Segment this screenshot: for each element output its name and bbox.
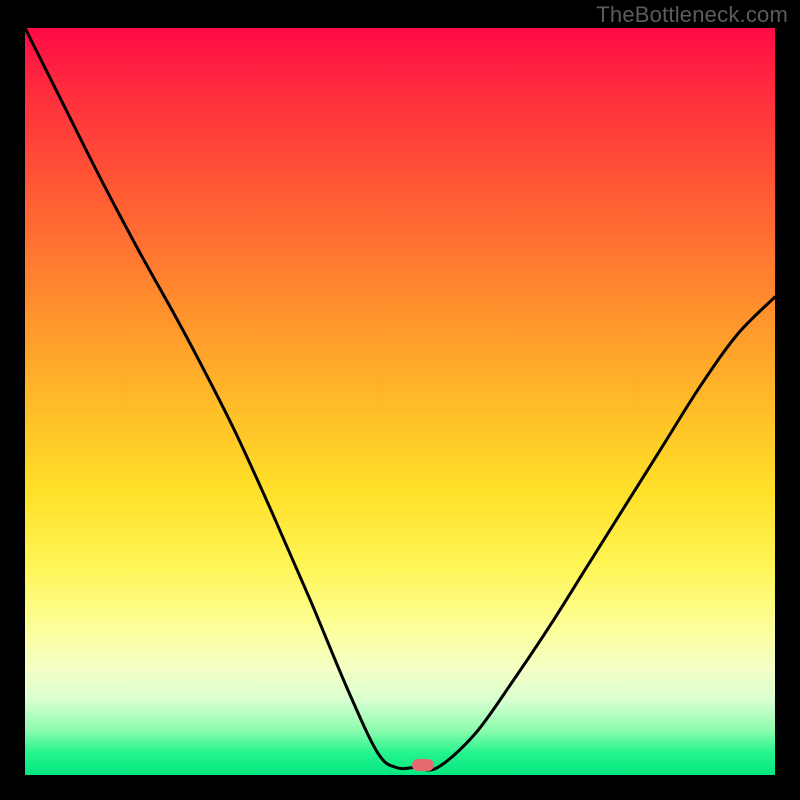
- bottleneck-curve: [25, 28, 775, 775]
- plot-area: [25, 28, 775, 775]
- optimal-point-marker: [412, 759, 434, 771]
- watermark-text: TheBottleneck.com: [596, 2, 788, 28]
- chart-frame: TheBottleneck.com: [0, 0, 800, 800]
